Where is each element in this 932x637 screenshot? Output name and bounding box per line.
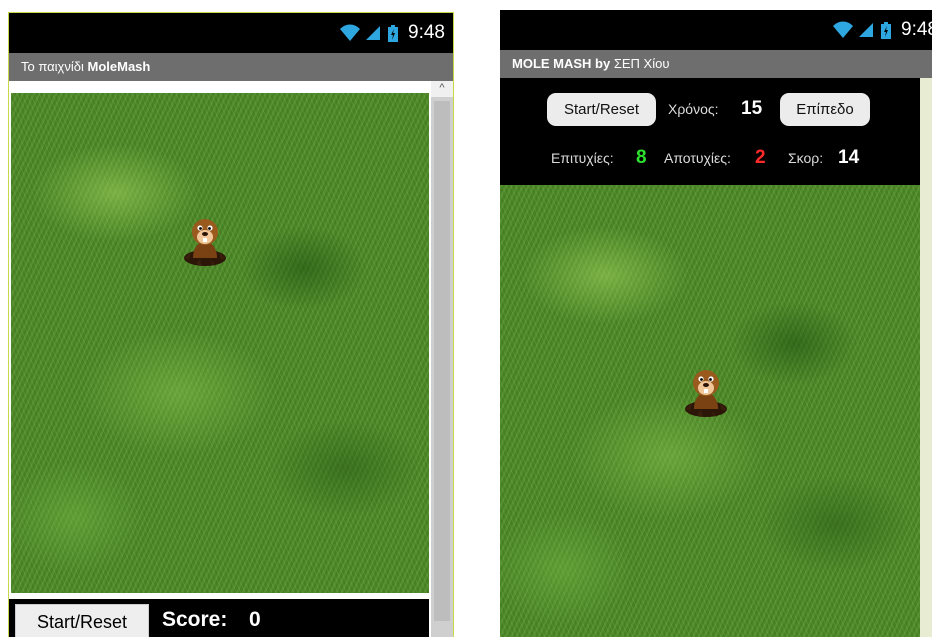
score-value: 0 (249, 608, 261, 631)
grass-canvas[interactable] (11, 93, 429, 593)
title-prefix: Το παιχνίδι (21, 59, 88, 74)
wifi-icon (340, 24, 361, 41)
title-suffix: ΣΕΠ Χίου (610, 56, 670, 71)
battery-icon (388, 24, 399, 42)
title-bar: Το παιχνίδι MoleMash (9, 53, 453, 81)
status-icons: 9:48 (832, 19, 932, 41)
status-bar: 9:48 (500, 10, 932, 50)
signal-icon (366, 26, 381, 40)
scroll-thumb[interactable] (434, 101, 450, 621)
wifi-icon (833, 21, 854, 38)
time-value: 15 (741, 98, 763, 119)
misses-value: 2 (755, 147, 766, 168)
status-bar: 9:48 (9, 13, 453, 53)
mole-sprite[interactable] (683, 363, 729, 419)
title-bar: MOLE MASH by ΣΕΠ Χίου (500, 50, 932, 78)
score-label: Score: (162, 608, 228, 631)
score-label: Σκορ: (788, 150, 824, 166)
mole-sprite[interactable] (182, 212, 228, 268)
start-reset-button[interactable]: Start/Reset (547, 93, 656, 126)
app-name: MOLE MASH by (512, 56, 611, 71)
side-strip (920, 78, 932, 637)
control-panel: Start/Reset Χρόνος: 15 Επίπεδο Επιτυχίες… (500, 78, 920, 185)
start-reset-button[interactable]: Start/Reset (15, 604, 149, 637)
clock: 9:48 (901, 19, 932, 40)
app-name: MoleMash (87, 59, 151, 74)
misses-label: Αποτυχίες: (664, 150, 731, 166)
status-icons: 9:48 (339, 22, 445, 44)
signal-icon (859, 23, 874, 37)
hits-value: 8 (636, 147, 647, 168)
right-phone-screen: 9:48 MOLE MASH by ΣΕΠ Χίου Start/Reset Χ… (500, 10, 932, 637)
left-phone-screen: 9:48 Το παιχνίδι MoleMash ^ Start/Reset … (8, 12, 454, 637)
scroll-up-button[interactable]: ^ (431, 81, 453, 97)
grass-canvas[interactable] (500, 185, 920, 637)
score-value: 14 (838, 147, 860, 168)
hits-label: Επιτυχίες: (551, 150, 614, 166)
time-label: Χρόνος: (668, 101, 719, 117)
level-button[interactable]: Επίπεδο (780, 93, 870, 126)
clock: 9:48 (408, 22, 445, 43)
battery-icon (881, 21, 892, 39)
bottom-bar: Start/Reset Score: 0 (9, 599, 429, 637)
scrollbar[interactable]: ^ (431, 81, 453, 637)
